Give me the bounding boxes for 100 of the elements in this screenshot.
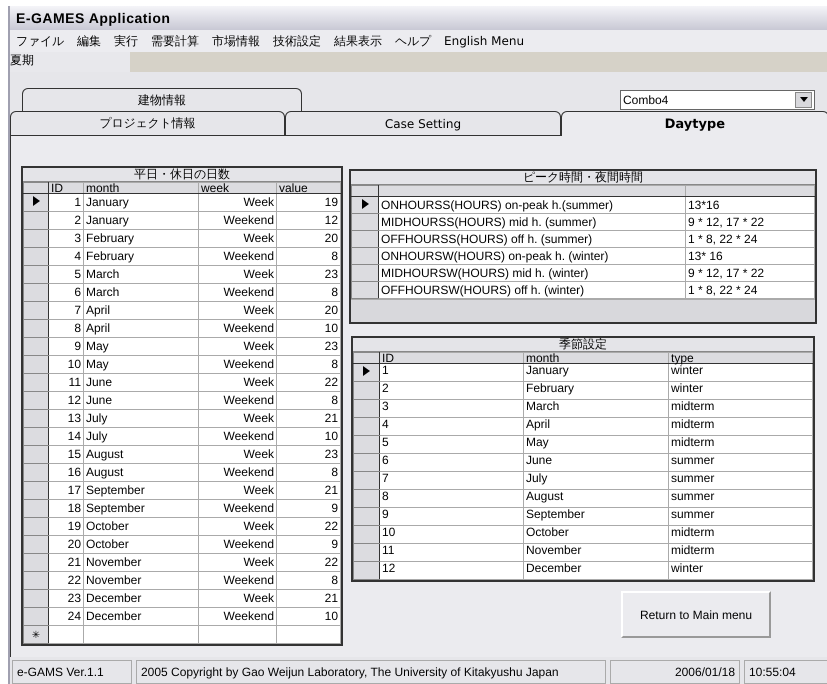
tab[interactable]: Case Setting (285, 111, 561, 136)
menu-item[interactable]: 市場情報 (212, 32, 260, 50)
table-cell: 17 (48, 482, 84, 500)
table-cell: September (84, 482, 198, 500)
table-cell: 10 (276, 428, 340, 446)
table-cell: Weekend (198, 284, 276, 302)
table-cell: September (84, 500, 198, 518)
table-cell: November (84, 572, 198, 590)
table-cell: Week (198, 410, 276, 428)
status-panel: e-GAMS Ver.1.1 (12, 660, 132, 684)
table-cell: 5 (48, 266, 84, 284)
table-cell: Week (198, 482, 276, 500)
table-cell: February (524, 382, 668, 400)
table-cell: May (84, 356, 198, 374)
table-cell: summer (668, 454, 812, 472)
menu-item[interactable]: 実行 (114, 32, 138, 50)
table-cell: Weekend (198, 392, 276, 410)
table-cell: 23 (276, 266, 340, 284)
table-cell: July (84, 428, 198, 446)
table-cell: winter (668, 562, 812, 580)
table-cell: January (84, 212, 198, 230)
table-cell: 6 (48, 284, 84, 302)
table-cell: July (84, 410, 198, 428)
table-cell: March (524, 400, 668, 418)
table-cell: 13* 16 (686, 248, 814, 264)
table-cell: 13 (48, 410, 84, 428)
table-cell: ONHOURSW(HOURS) on-peak h. (winter) (378, 248, 686, 264)
table-cell: November (524, 544, 668, 562)
table-cell: December (84, 590, 198, 608)
table-cell: 8 (48, 320, 84, 338)
table-cell: OFFHOURSW(HOURS) off h. (winter) (378, 282, 686, 298)
table-cell: ONHOURSS(HOURS) on-peak h.(summer) (378, 196, 686, 214)
tab[interactable]: プロジェクト情報 (10, 111, 286, 136)
table-cell: summer (668, 472, 812, 490)
table-cell: 6 (380, 454, 524, 472)
table-cell: 21 (276, 410, 340, 428)
menu-item[interactable]: 結果表示 (334, 32, 382, 50)
table-caption: 季節設定 (353, 338, 813, 352)
table-cell: midterm (668, 544, 812, 562)
table-cell: 9 (276, 536, 340, 554)
table-cell: Weekend (198, 500, 276, 518)
table-cell: 5 (380, 436, 524, 454)
table-cell: 1 * 8, 22 * 24 (686, 282, 814, 298)
table-cell: 21 (48, 554, 84, 572)
table-cell: 7 (380, 472, 524, 490)
column-header: value (276, 182, 340, 194)
table-cell: midterm (668, 418, 812, 436)
row-selector[interactable] (352, 196, 378, 214)
table-cell: July (524, 472, 668, 490)
table-cell: Week (198, 374, 276, 392)
table-cell: 10 (48, 356, 84, 374)
menu-item[interactable]: ヘルプ (395, 32, 431, 50)
table-cell: 1 (48, 194, 84, 212)
table-cell: summer (668, 490, 812, 508)
table-cell: Week (198, 518, 276, 536)
table-cell: 19 (276, 194, 340, 212)
table-cell: March (84, 266, 198, 284)
table-cell: Week (198, 338, 276, 356)
table-cell: 10 (276, 608, 340, 626)
tab[interactable]: 建物情報 (22, 88, 302, 111)
table-cell: 9 * 12, 17 * 22 (686, 264, 814, 282)
table-cell: 3 (48, 230, 84, 248)
menu-item[interactable]: 需要計算 (151, 32, 199, 50)
table-cell: August (84, 464, 198, 482)
column-header: month (84, 182, 198, 194)
table-cell: Weekend (198, 248, 276, 266)
table-cell: January (524, 364, 668, 382)
current-row-icon (362, 198, 368, 208)
table-cell: 2 (48, 212, 84, 230)
table-cell: 18 (48, 500, 84, 518)
table-cell: December (84, 608, 198, 626)
table-cell: September (524, 508, 668, 526)
menu-item[interactable]: 編集 (77, 32, 101, 50)
table-cell: 9 (276, 500, 340, 518)
row-selector[interactable] (24, 194, 48, 212)
table-cell: 11 (380, 544, 524, 562)
table-cell: August (524, 490, 668, 508)
table-caption: ピーク時間・夜間時間 (351, 171, 815, 185)
table-cell: June (84, 374, 198, 392)
menu-item[interactable]: English Menu (444, 34, 524, 48)
return-button[interactable]: Return to Main menu (621, 591, 771, 638)
column-header: month (524, 352, 668, 364)
table-cell: 14 (48, 428, 84, 446)
column-header: ID (380, 352, 524, 364)
table-cell: 12 (276, 212, 340, 230)
row-selector[interactable] (354, 364, 380, 382)
table-cell: 2 (380, 382, 524, 400)
tab[interactable]: Daytype (560, 111, 827, 136)
table-cell: 8 (276, 284, 340, 302)
table-cell: October (84, 518, 198, 536)
table-cell: February (84, 248, 198, 266)
table-cell: 12 (48, 392, 84, 410)
column-header: type (668, 352, 812, 364)
combo-box[interactable]: Combo4 (620, 90, 815, 110)
menu-item[interactable]: 技術設定 (273, 32, 321, 50)
table-cell: 22 (276, 374, 340, 392)
menu-item[interactable]: ファイル (16, 32, 64, 50)
table-cell: August (84, 446, 198, 464)
status-panel: 2006/01/18 (610, 660, 740, 684)
table-cell: January (84, 194, 198, 212)
